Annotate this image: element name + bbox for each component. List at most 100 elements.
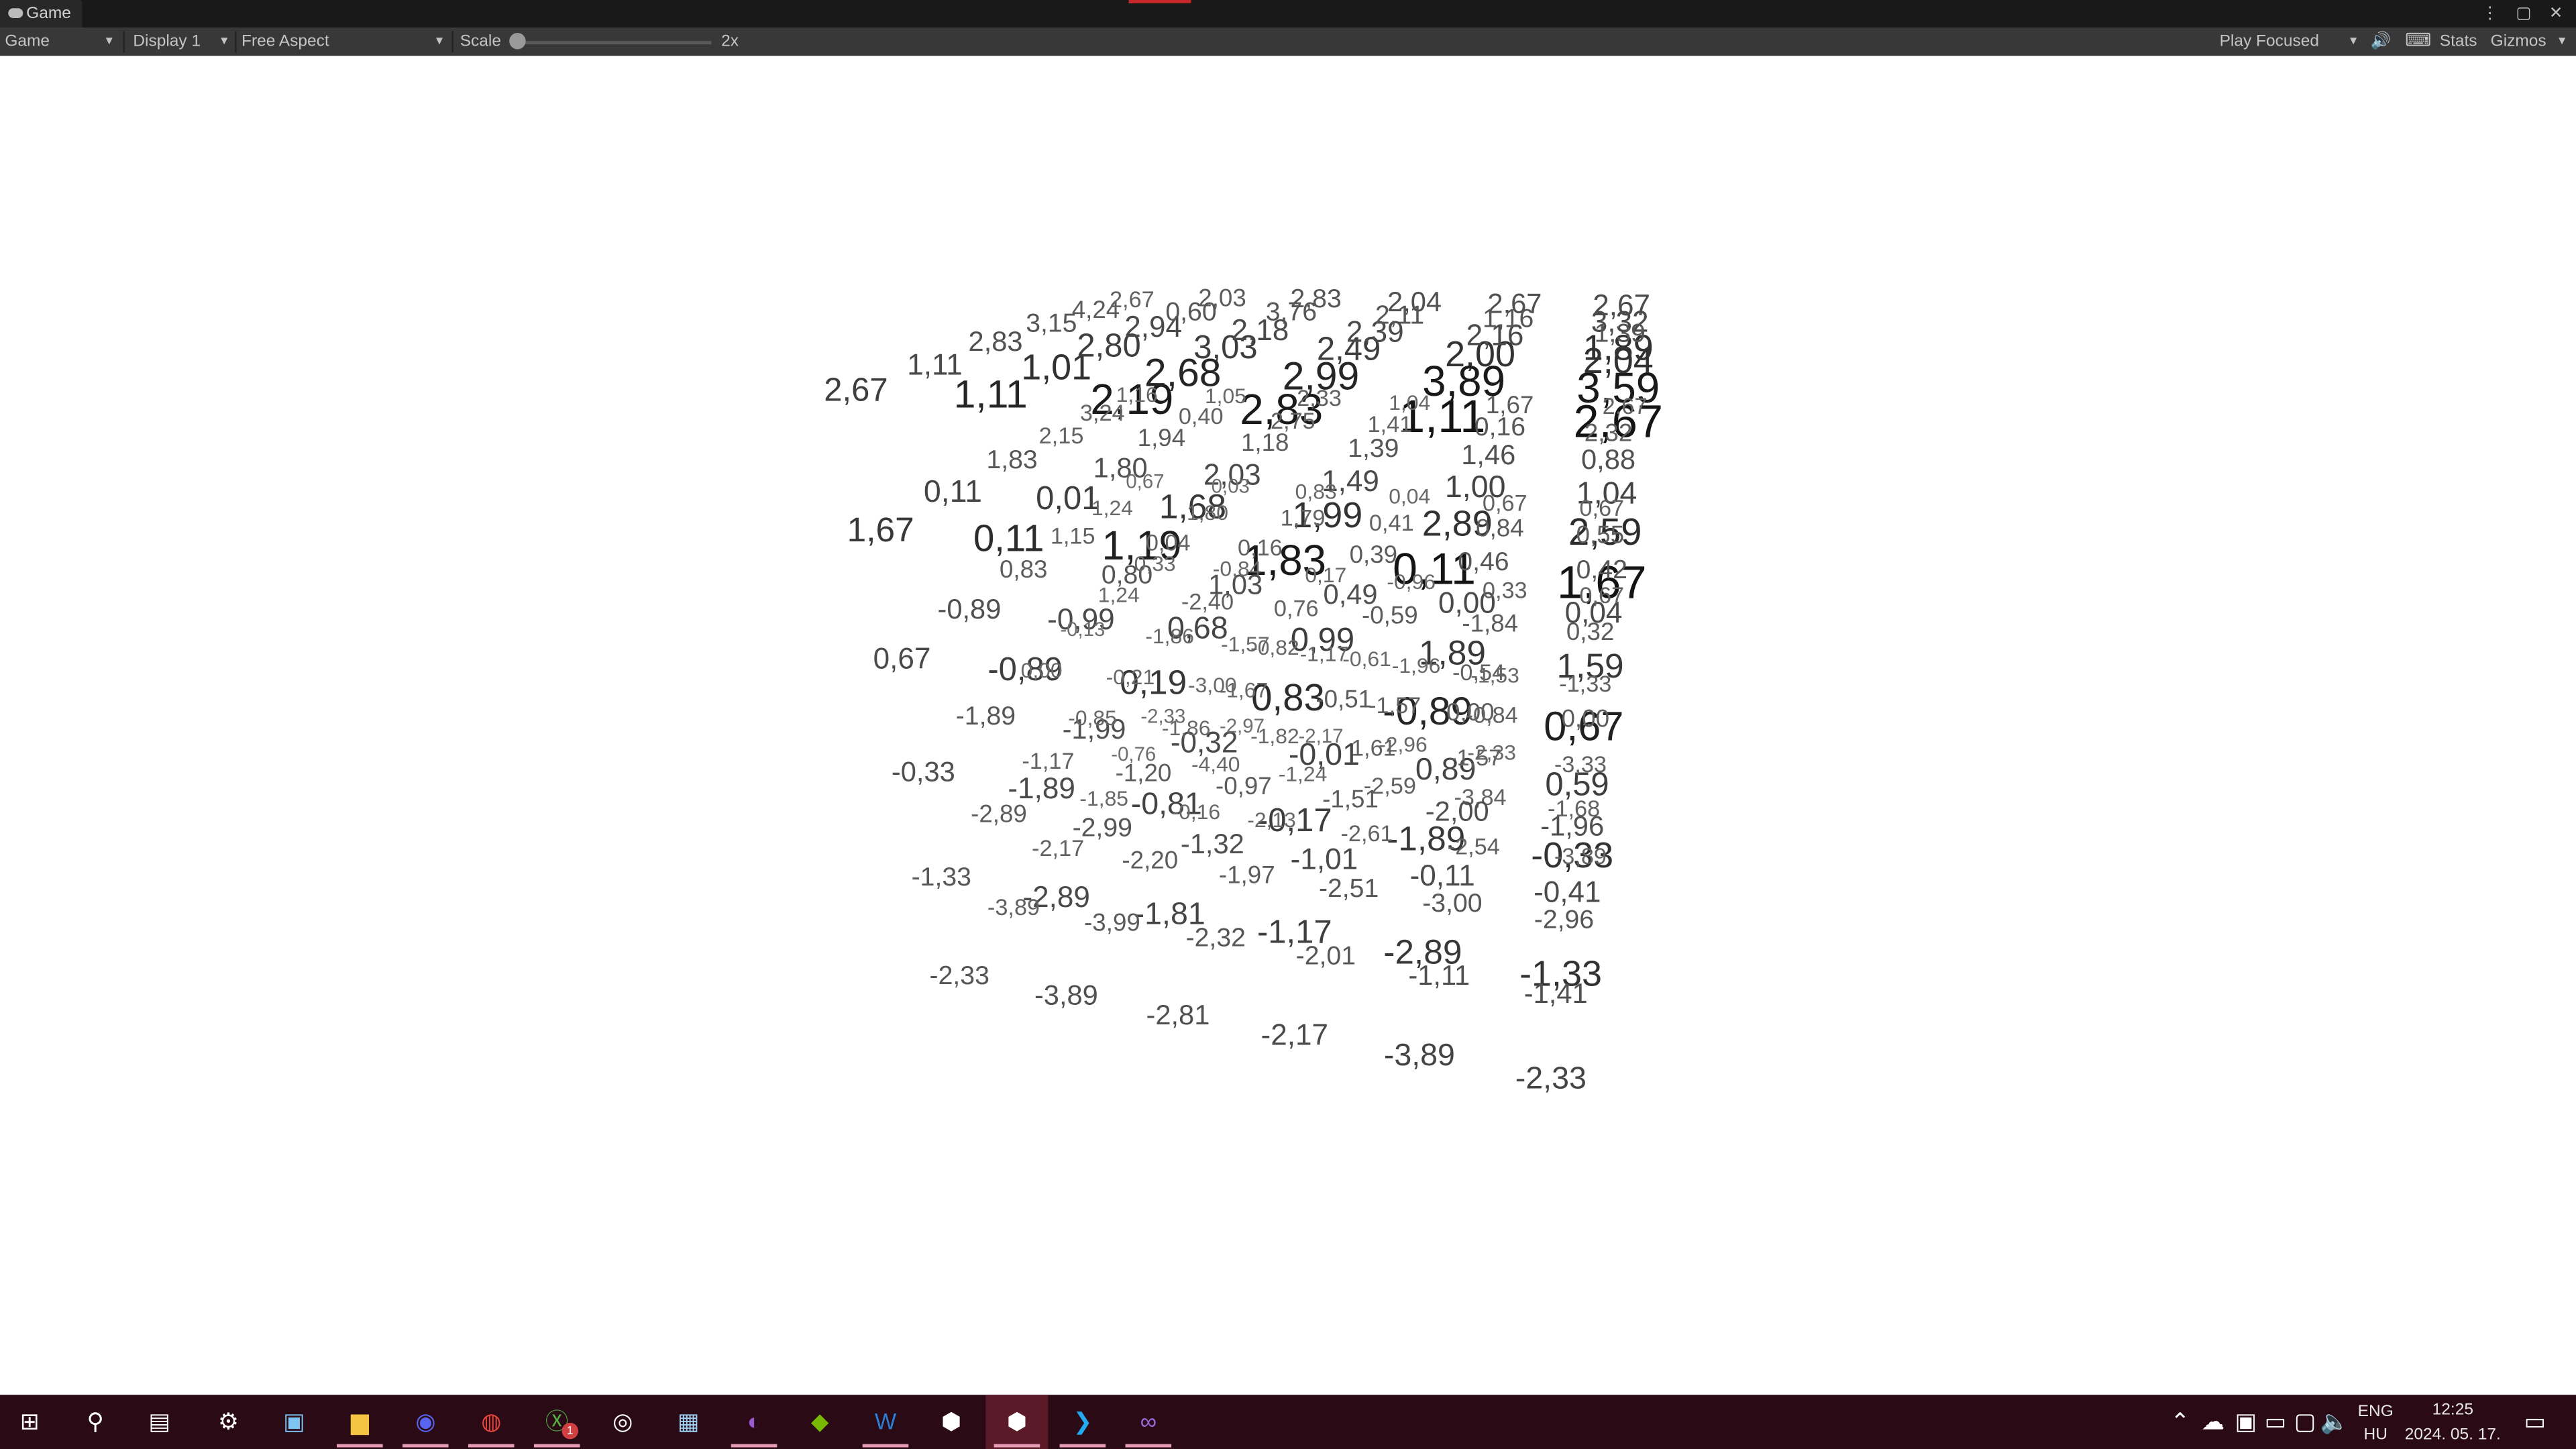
grid-value-label: -2,89 [971, 800, 1027, 829]
scale-slider-thumb[interactable] [509, 32, 526, 50]
chrome-app[interactable]: ◍ [473, 1403, 509, 1439]
running-app-indicator [533, 1444, 580, 1448]
divider [451, 31, 453, 53]
grid-value-label: -2,01 [1295, 943, 1356, 971]
divider [235, 31, 237, 53]
grid-value-label: -3,89 [1383, 1038, 1455, 1074]
clock-date: 2024. 05. 17. [2404, 1426, 2501, 1444]
grid-value-label: 0,39 [1349, 541, 1398, 570]
grid-value-label: -1,89 [955, 703, 1016, 731]
show-hidden-icons-icon[interactable]: ⌃ [2162, 1403, 2198, 1439]
mute-audio-icon[interactable]: 🔊 [2371, 28, 2391, 56]
grid-value-label: 0,60 [1165, 299, 1217, 327]
grid-value-label: -1,20 [1115, 759, 1172, 788]
grid-value-label: 2,67 [1109, 286, 1155, 313]
running-app-indicator [731, 1444, 777, 1448]
language-indicator[interactable]: ENG HU [2356, 1395, 2396, 1449]
word-app[interactable]: W [867, 1403, 904, 1439]
grid-value-label: -0,13 [1060, 617, 1106, 641]
grid-value-label: -1,01 [1290, 843, 1358, 876]
divider [123, 31, 125, 53]
github-app[interactable]: ◐ [736, 1403, 772, 1439]
grid-value-label: -0,84 [1465, 701, 1518, 728]
grid-value-label: -0,59 [1361, 602, 1418, 631]
scale-slider-track[interactable] [517, 41, 712, 45]
grid-value-label: -1,96 [1391, 653, 1441, 678]
view-dropdown[interactable]: Game ▼ [5, 28, 119, 56]
visual-studio-app[interactable]: ∞ [1130, 1403, 1167, 1439]
game-viewport[interactable]: 2,67 1,11 2,83 3,15 4,24 2,67 2,03 2,83 2,04 2,67… [0, 56, 2576, 1395]
play-mode-dropdown[interactable]: Play Focused ▼ [2220, 28, 2361, 56]
unity-editor-app[interactable]: ⬢ [999, 1403, 1035, 1439]
grid-value-label: -2,51 [1318, 875, 1379, 904]
grid-value-label: -1,33 [1559, 670, 1612, 697]
grid-value-label: 1,15 [1050, 522, 1095, 549]
grid-value-label: -1,32 [1180, 828, 1244, 861]
grid-value-label: 1,83 [986, 447, 1038, 475]
grid-value-label: -2,17 [1032, 835, 1085, 861]
grid-value-label: -1,11 [1408, 960, 1470, 991]
chevron-down-icon: ▼ [103, 36, 115, 48]
gizmos-dropdown[interactable]: Gizmos ▼ [2491, 28, 2573, 56]
grid-value-label: -0,89 [937, 594, 1002, 625]
calculator-app[interactable]: ▦ [670, 1403, 706, 1439]
volume-icon[interactable]: 🔈 [2316, 1403, 2353, 1439]
grid-value-label: -0,84 [1212, 555, 1262, 581]
grid-value-label: 3,15 [1026, 310, 1077, 339]
grid-value-label: 2,04 [1582, 339, 1654, 382]
grid-value-label: -1,97 [1218, 861, 1275, 890]
notification-center-icon[interactable]: ▭ [2517, 1403, 2553, 1439]
grid-value-label: 0,33 [1134, 551, 1176, 576]
grid-value-label: 1,80 [1187, 500, 1228, 525]
game-view-toolbar: Game ▼ Display 1 ▼ Free Aspect ▼ Scale 2… [0, 28, 2576, 56]
gizmos-label: Gizmos [2490, 32, 2546, 51]
aspect-dropdown[interactable]: Free Aspect ▼ [241, 28, 449, 56]
settings-app[interactable]: ⚙ [210, 1403, 246, 1439]
keyboard-shortcuts-icon[interactable]: ⌨ [2405, 28, 2431, 56]
unity-hub-app[interactable]: ⬢ [933, 1403, 969, 1439]
window-controls[interactable]: ⋮ ▢ ✕ [2481, 0, 2569, 28]
grid-value-label: -1,53 [1470, 663, 1519, 688]
nvidia-app[interactable]: ◆ [802, 1403, 838, 1439]
discord-app[interactable]: ◉ [407, 1403, 443, 1439]
running-app-indicator [337, 1444, 383, 1448]
grid-value-label: 2,75 [1270, 407, 1316, 434]
start-button[interactable]: ⊞ [11, 1403, 48, 1439]
grid-value-label: -0,21 [1106, 664, 1155, 690]
grid-value-label: 0,83 [999, 555, 1048, 584]
grid-value-label: 0,67 [1579, 581, 1625, 608]
windows-taskbar: ⊞ ⚲ ▤ ⚙ ▣ ▆ ◉ ◍ Ⓧ ◎ ▦ ◐ ◆ W ⬢ ⬢ ❯ ∞ 1 ⌃ ☁ ▣ ▭ ▢ 🔈 ENG HU … [0, 1395, 2576, 1449]
grid-value-label: -0,41 [1534, 875, 1601, 909]
clock-time: 12:25 [2432, 1401, 2473, 1419]
grid-value-label: -2,33 [929, 963, 989, 991]
game-tab[interactable]: Game [0, 0, 83, 28]
file-explorer-app[interactable]: ▆ [341, 1403, 378, 1439]
grid-value-label: 1,46 [1461, 439, 1516, 471]
running-app-indicator [402, 1444, 449, 1448]
stats-toggle[interactable]: Stats [2440, 28, 2477, 56]
search-button[interactable]: ⚲ [77, 1403, 113, 1439]
grid-value-label: 0,67 [873, 642, 931, 676]
grid-value-label: -2,20 [1122, 847, 1179, 875]
scale-label: Scale [460, 32, 501, 51]
grid-value-label: 1,79 [1280, 504, 1326, 531]
grid-value-label: 0,88 [1581, 444, 1636, 476]
grid-value-label: 2,83 [968, 326, 1023, 358]
chevron-down-icon: ▼ [2556, 36, 2568, 48]
running-app-indicator [1125, 1444, 1172, 1448]
task-view-button[interactable]: ▤ [142, 1403, 178, 1439]
grid-value-label: 1,67 [847, 511, 914, 550]
display-dropdown[interactable]: Display 1 ▼ [133, 28, 235, 56]
vscode-app[interactable]: ❯ [1065, 1403, 1101, 1439]
grid-value-label: -1,86 [1161, 715, 1211, 741]
grid-value-label: 1,18 [1240, 429, 1289, 458]
onedrive-icon[interactable]: ☁ [2195, 1403, 2231, 1439]
grid-value-label: 0,55 [1576, 521, 1625, 550]
control-panel-app[interactable]: ▣ [276, 1403, 312, 1439]
clock[interactable]: 12:25 2024. 05. 17. [2402, 1395, 2504, 1449]
grid-value-label: -2,17 [1260, 1018, 1329, 1052]
grid-value-label: 0,76 [1273, 594, 1319, 621]
grid-value-label: -0,16 [1171, 799, 1221, 824]
steam-app[interactable]: ◎ [604, 1403, 641, 1439]
grid-value-label: 0,04 [1145, 529, 1191, 555]
